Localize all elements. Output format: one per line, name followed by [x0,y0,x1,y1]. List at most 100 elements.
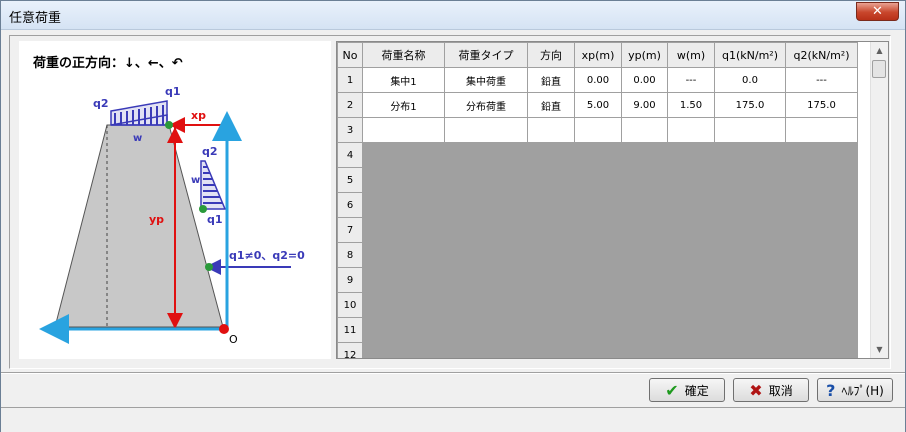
table-row: 6 [337,192,858,218]
grid-cell[interactable]: 分布荷重 [444,92,528,118]
grid-cell [362,142,445,168]
column-header[interactable]: 方向 [527,42,575,68]
grid-cell[interactable]: 分布1 [362,92,445,118]
grid-cell [574,192,622,218]
row-number[interactable]: 10 [337,292,363,318]
grid-cell[interactable]: 鉛直 [527,92,575,118]
grid-cell[interactable] [362,117,445,143]
column-header[interactable]: xp(m) [574,42,622,68]
table-row: 3 [337,117,858,143]
table-row: 5 [337,167,858,193]
grid-cell [667,192,715,218]
grid-cell[interactable]: 集中1 [362,67,445,93]
origin-node [219,324,229,334]
grid-cell[interactable]: 0.00 [621,67,668,93]
grid-cell [362,317,445,343]
grid-cell[interactable]: --- [785,67,858,93]
grid-cell[interactable] [714,117,786,143]
grid-cell [714,142,786,168]
dialog-window: 任意荷重 ✕ 荷重の正方向：↓、←、↶ q2 q1 w xp yp q2 w q… [0,0,906,432]
title-bar: 任意荷重 ✕ [1,1,905,30]
grid-cell[interactable] [527,117,575,143]
table-row: 1 集中1 集中荷重 鉛直 0.00 0.00 --- 0.0 --- [337,67,858,93]
row-number[interactable]: 11 [337,317,363,343]
grid-cell[interactable]: 175.0 [785,92,858,118]
grid-cell[interactable]: 1.50 [667,92,715,118]
row-number[interactable]: 4 [337,142,363,168]
grid-scrollbar[interactable]: ▲ ▼ [870,42,888,358]
grid-cell [621,217,668,243]
row-number[interactable]: 5 [337,167,363,193]
column-header[interactable]: 荷重名称 [362,42,445,68]
grid-cell [667,267,715,293]
grid-cell [362,192,445,218]
grid-cell [574,292,622,318]
grid-cell [527,292,575,318]
grid-cell [574,317,622,343]
point-node [205,263,213,271]
wall-body [54,124,224,328]
close-icon: ✕ [872,4,883,19]
grid-cell [714,242,786,268]
grid-cell [621,167,668,193]
grid-cell[interactable]: 9.00 [621,92,668,118]
scroll-up-icon[interactable]: ▲ [871,42,888,59]
scroll-down-icon[interactable]: ▼ [871,341,888,358]
row-number[interactable]: 1 [337,67,363,93]
grid-cell [621,192,668,218]
grid-cell [785,317,858,343]
scroll-thumb[interactable] [872,60,886,78]
grid-cell [527,267,575,293]
table-row: 11 [337,317,858,343]
grid-cell [667,292,715,318]
column-header[interactable]: yp(m) [621,42,668,68]
cancel-button[interactable]: ✖ 取消 [733,378,809,402]
row-number[interactable]: 8 [337,242,363,268]
column-header[interactable]: 荷重タイプ [444,42,528,68]
grid-cell[interactable]: 集中荷重 [444,67,528,93]
column-header[interactable]: w(m) [667,42,715,68]
row-number[interactable]: 7 [337,217,363,243]
grid-cell[interactable]: 0.00 [574,67,622,93]
label-w-top: w [133,133,142,144]
ok-button-label: 確定 [684,383,709,398]
grid-cell [714,192,786,218]
column-header[interactable]: No [337,42,363,68]
grid-cell [574,167,622,193]
grid-cell[interactable]: --- [667,67,715,93]
row-number[interactable]: 2 [337,92,363,118]
grid-cell[interactable] [621,117,668,143]
status-bar [1,407,905,432]
row-number[interactable]: 3 [337,117,363,143]
grid-cell [527,167,575,193]
help-button[interactable]: ? ﾍﾙﾌﾟ(H) [817,378,893,402]
grid-cell[interactable]: 5.00 [574,92,622,118]
grid-cell[interactable]: 0.0 [714,67,786,93]
grid-cell [444,167,528,193]
grid-cell [621,242,668,268]
label-q1-side: q1 [207,213,223,226]
grid-cell[interactable] [667,117,715,143]
grid-cell [362,167,445,193]
column-header[interactable]: q1(kN/m²) [714,42,786,68]
close-button[interactable]: ✕ [856,2,899,21]
grid-cell[interactable]: 175.0 [714,92,786,118]
row-number[interactable]: 9 [337,267,363,293]
grid-cell[interactable]: 鉛直 [527,67,575,93]
row-number[interactable]: 12 [337,342,363,358]
column-header[interactable]: q2(kN/m²) [785,42,858,68]
grid-cell [527,217,575,243]
label-yp: yp [149,213,164,226]
grid-cell [785,342,858,358]
row-number[interactable]: 6 [337,192,363,218]
x-icon: ✖ [749,380,763,400]
grid-cell[interactable] [444,117,528,143]
grid-cell [362,292,445,318]
grid-cell [444,217,528,243]
ok-button[interactable]: ✔ 確定 [649,378,725,402]
grid-cell[interactable] [785,117,858,143]
grid-cell [714,167,786,193]
grid-cell[interactable] [574,117,622,143]
grid-cell [574,217,622,243]
grid-cell [667,217,715,243]
